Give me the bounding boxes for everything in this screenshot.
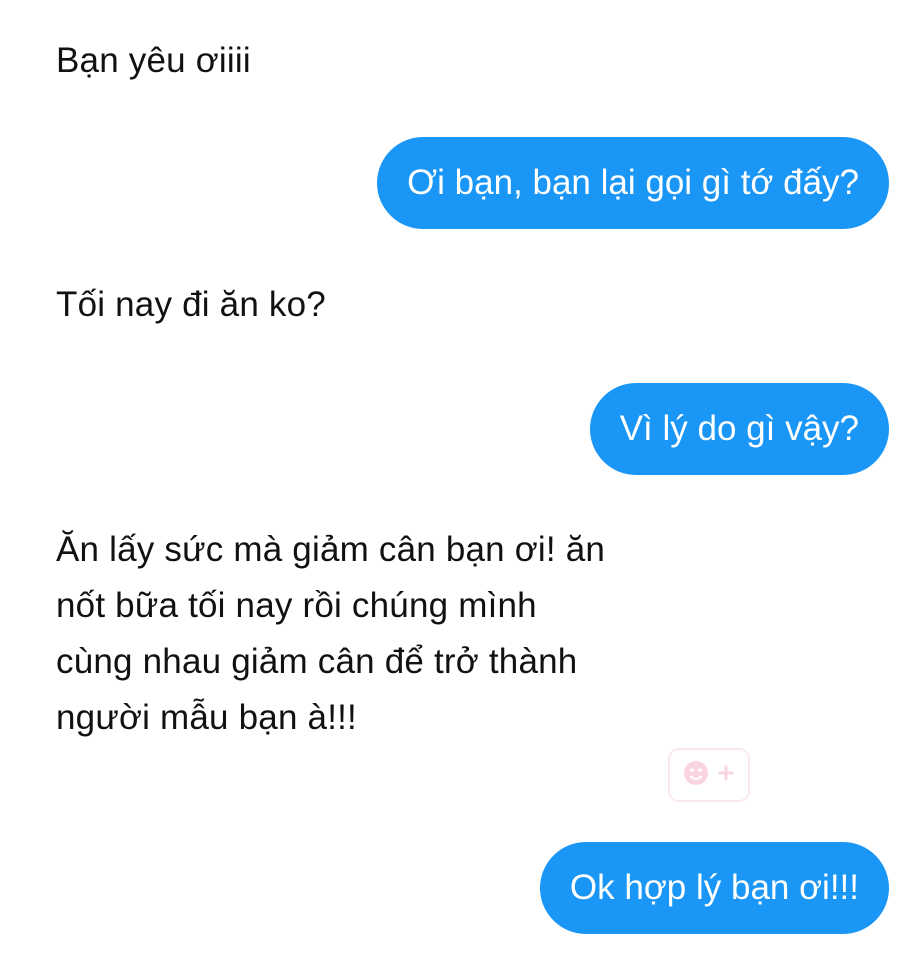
message-line: cùng nhau giảm cân để trở thành <box>56 642 578 681</box>
message-text: Vì lý do gì vậy? <box>619 409 859 448</box>
add-reaction-icon[interactable] <box>668 748 750 802</box>
sent-message-bubble[interactable]: Vì lý do gì vậy? <box>589 383 889 475</box>
sent-message-bubble[interactable]: Ơi bạn, bạn lại gọi gì tớ đấy? <box>377 137 889 229</box>
received-message[interactable]: Tối nay đi ăn ko? <box>56 277 326 333</box>
message-text: Bạn yêu ơiiii <box>56 41 251 80</box>
sent-message-bubble[interactable]: Ok hợp lý bạn ơi!!! <box>539 842 889 934</box>
message-text: Ơi bạn, bạn lại gọi gì tớ đấy? <box>407 163 859 202</box>
chat-thread: Bạn yêu ơiiii Ơi bạn, bạn lại gọi gì tớ … <box>0 0 901 960</box>
received-message[interactable]: Ăn lấy sức mà giảm cân bạn ơi! ăn nốt bữ… <box>56 522 776 746</box>
message-text: Ok hợp lý bạn ơi!!! <box>569 868 859 907</box>
message-line: nốt bữa tối nay rồi chúng mình <box>56 586 537 625</box>
received-message[interactable]: Bạn yêu ơiiii <box>56 33 251 89</box>
message-line: người mẫu bạn à!!! <box>56 698 357 737</box>
message-text: Tối nay đi ăn ko? <box>56 285 326 324</box>
message-line: Ăn lấy sức mà giảm cân bạn ơi! ăn <box>56 530 606 569</box>
